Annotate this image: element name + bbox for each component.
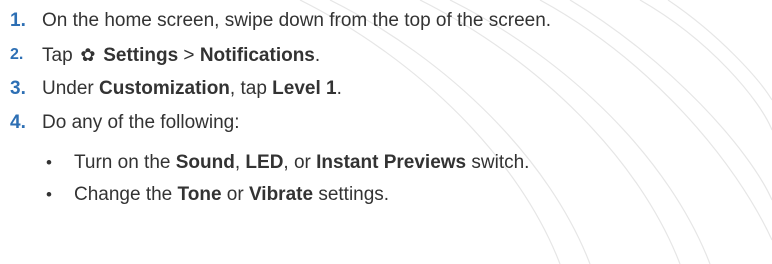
step-text-pre: Under [42,78,100,99]
step-text: Do any of the following: [42,112,240,133]
customization-label: Customization [99,78,230,99]
step-text-mid: > [178,45,200,66]
step-4: 4. Do any of the following: [10,108,240,138]
instant-previews-label: Instant Previews [316,152,467,173]
bullet-icon: • [46,185,52,204]
step-2: 2. Tap ✿ Settings > Notifications. [10,40,320,70]
step-number: 3. [10,78,26,99]
step-number: 2. [10,46,24,63]
bullet-sep: , or [283,152,317,173]
step-1: 1. On the home screen, swipe down from th… [10,6,551,36]
step-3: 3. Under Customization, tap Level 1. [10,74,342,104]
step-text-pre: Tap [42,45,78,66]
bullet-text-post: switch. [466,152,530,173]
level-1-label: Level 1 [272,78,337,99]
settings-label: Settings [103,45,179,66]
bullet-text-pre: Change the [74,184,178,205]
step-text-post: . [314,45,321,66]
step-text: On the home screen, swipe down from the … [42,10,552,31]
bullet-item-2: • Change the Tone or Vibrate settings. [46,180,389,210]
settings-gear-icon: ✿ [80,45,96,65]
instructions-page: { "steps": [ { "num": "1.", "parts": ["O… [0,0,772,264]
tone-label: Tone [177,184,222,205]
step-text-post: . [336,78,342,99]
bullet-item-1: • Turn on the Sound, LED, or Instant Prev… [46,148,529,178]
step-number: 1. [10,10,26,31]
notifications-label: Notifications [199,45,315,66]
bullet-text-pre: Turn on the [74,152,176,173]
step-text-mid: , tap [229,78,273,99]
bullet-sep: , [234,152,246,173]
vibrate-label: Vibrate [248,184,314,205]
bullet-text-post: settings. [313,184,390,205]
led-label: LED [245,152,284,173]
step-number: 4. [10,112,26,133]
sound-label: Sound [175,152,235,173]
bullet-icon: • [46,153,52,172]
bullet-sep: or [221,184,249,205]
